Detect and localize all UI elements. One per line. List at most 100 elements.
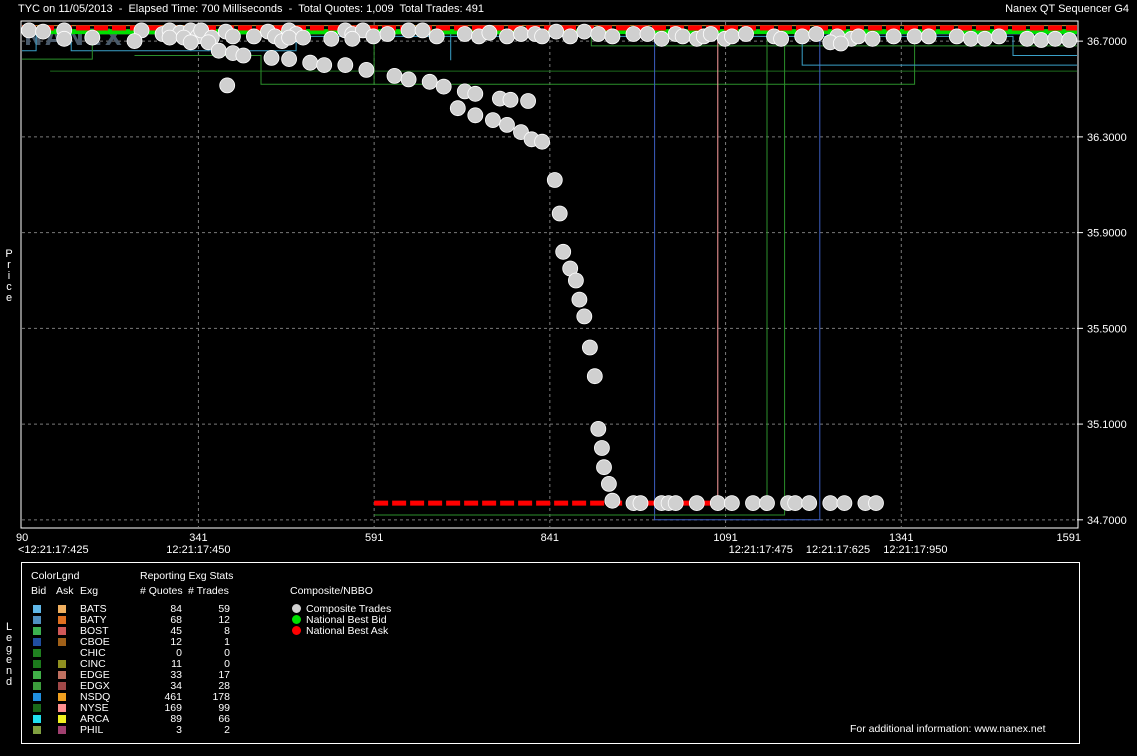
trade-point (836, 495, 853, 512)
trade-point (991, 28, 1007, 45)
y-tick-label: 35.5000 (1087, 323, 1127, 335)
ask-swatch (58, 638, 66, 646)
reporting-header: Reporting Exg Stats (140, 570, 234, 582)
trade-point (625, 26, 642, 42)
trade-point (534, 28, 550, 45)
time-label: <12:21:17:425 (18, 544, 89, 556)
trade-point (963, 30, 979, 47)
trade-point (576, 23, 593, 40)
trade-point (400, 22, 417, 39)
legend-side-label: Legend (3, 622, 15, 688)
trade-point (801, 495, 818, 512)
quotes-header: # Quotes (140, 585, 183, 597)
trade-point (582, 339, 598, 356)
color-legend-header: ColorLgnd (31, 570, 80, 582)
trade-point (568, 272, 584, 289)
trade-point (235, 47, 252, 64)
trade-point (263, 50, 280, 66)
bid-swatch (33, 715, 41, 723)
legend-panel: ColorLgnd Bid Ask Exg Reporting Exg Stat… (21, 562, 1080, 744)
trade-point (632, 495, 649, 512)
bid-swatch (33, 649, 41, 657)
trade-point (604, 28, 621, 45)
trade-point (1019, 30, 1035, 47)
bid-swatch (33, 627, 41, 635)
trade-point (555, 243, 572, 260)
bid-swatch (33, 660, 41, 668)
trade-point (571, 291, 588, 308)
ask-swatch (58, 704, 66, 712)
bid-swatch (33, 704, 41, 712)
trade-point (601, 475, 617, 492)
trade-point (832, 35, 849, 52)
trades-header: # Trades (188, 585, 229, 597)
trade-point (84, 29, 101, 46)
composite-dot (292, 626, 301, 635)
x-tick-label: 341 (189, 532, 207, 544)
ask-swatch (58, 693, 66, 701)
trade-point (702, 26, 719, 42)
trade-point (604, 492, 621, 509)
trade-point (586, 368, 603, 385)
x-tick-label: 591 (365, 532, 383, 544)
trade-point (365, 28, 382, 45)
trade-point (21, 22, 37, 39)
x-tick-label: 841 (541, 532, 559, 544)
trade-point (548, 23, 565, 40)
trade-point (520, 93, 536, 109)
trade-point (745, 495, 761, 512)
time-label: 12:21:17:625 (806, 544, 870, 556)
trade-point (344, 30, 361, 47)
trade-point (358, 62, 375, 78)
trade-point (449, 100, 466, 117)
bid-swatch (33, 693, 41, 701)
composite-header: Composite/NBBO (290, 585, 373, 597)
y-tick-label: 35.1000 (1087, 419, 1127, 431)
trade-count: 2 (224, 724, 230, 736)
trade-point (667, 495, 684, 512)
exchange-code: PHIL (80, 724, 104, 736)
trade-point (822, 495, 839, 512)
ask-header: Ask (56, 585, 74, 597)
trade-point (794, 28, 811, 45)
trade-point (35, 23, 51, 40)
trade-point (738, 26, 754, 42)
ask-swatch (58, 649, 66, 657)
trade-point (594, 440, 610, 456)
trade-point (906, 28, 923, 45)
trade-point (456, 26, 473, 42)
exg-header: Exg (80, 585, 99, 597)
ask-swatch (58, 726, 66, 734)
trade-point (502, 91, 519, 108)
trade-point (414, 22, 431, 39)
trade-point (596, 459, 612, 476)
trade-point (674, 28, 691, 45)
trade-point (551, 205, 568, 222)
trade-point (868, 495, 884, 512)
trade-point (1061, 32, 1078, 48)
x-tick-label: 1091 (713, 532, 737, 544)
time-label: 12:21:17:450 (166, 544, 230, 556)
trade-point (337, 57, 354, 73)
trade-point (467, 107, 484, 124)
composite-label: National Best Ask (306, 625, 389, 637)
trade-point (850, 28, 867, 45)
trade-point (161, 29, 178, 46)
trade-point (428, 28, 445, 45)
trade-point (639, 26, 656, 42)
y-tick-label: 34.7000 (1087, 515, 1127, 527)
bid-header: Bid (31, 585, 47, 597)
composite-dot (292, 615, 301, 624)
legend-label-char: d (5, 676, 13, 688)
y-tick-label: 36.3000 (1087, 132, 1127, 144)
bid-swatch (33, 671, 41, 679)
bid-swatch (33, 605, 41, 613)
trade-point (977, 30, 993, 47)
trade-point (576, 308, 593, 325)
trade-point (379, 26, 396, 42)
trade-point (864, 30, 881, 47)
trade-point (302, 54, 319, 71)
trade-point (590, 26, 607, 42)
ask-swatch (58, 616, 66, 624)
trade-point (590, 420, 607, 437)
